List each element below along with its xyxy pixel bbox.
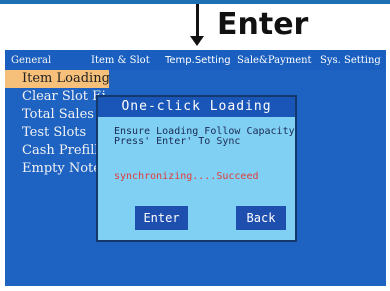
sync-status-text: synchronizing....Succeed [114, 171, 259, 182]
menu-item-item-loading[interactable]: Item Loading [5, 70, 110, 88]
one-click-loading-dialog: One-click Loading Ensure Loading Follow … [96, 95, 297, 242]
back-button[interactable]: Back [236, 206, 286, 230]
tab-sys-setting[interactable]: Sys. Setting [317, 55, 383, 66]
tab-sale-payment[interactable]: Sale&Payment [234, 55, 317, 66]
dialog-title: One-click Loading [98, 97, 295, 117]
arrow-head-icon [190, 36, 204, 46]
tab-item-slot[interactable]: Item & Slot [88, 55, 162, 66]
dialog-message: Ensure Loading Follow Capacity Press' En… [114, 127, 295, 147]
vending-settings-screen: General Item & Slot Temp.Setting Sale&Pa… [5, 50, 386, 286]
down-arrow-icon [196, 4, 199, 38]
enter-button[interactable]: Enter [135, 206, 188, 230]
tab-bar: General Item & Slot Temp.Setting Sale&Pa… [5, 50, 386, 70]
caption-enter: Enter [217, 7, 309, 42]
tab-general[interactable]: General [5, 55, 88, 66]
top-band [0, 0, 390, 4]
tab-temp-setting[interactable]: Temp.Setting [162, 55, 234, 66]
dialog-message-line2: Press' Enter' To Sync [114, 136, 241, 147]
